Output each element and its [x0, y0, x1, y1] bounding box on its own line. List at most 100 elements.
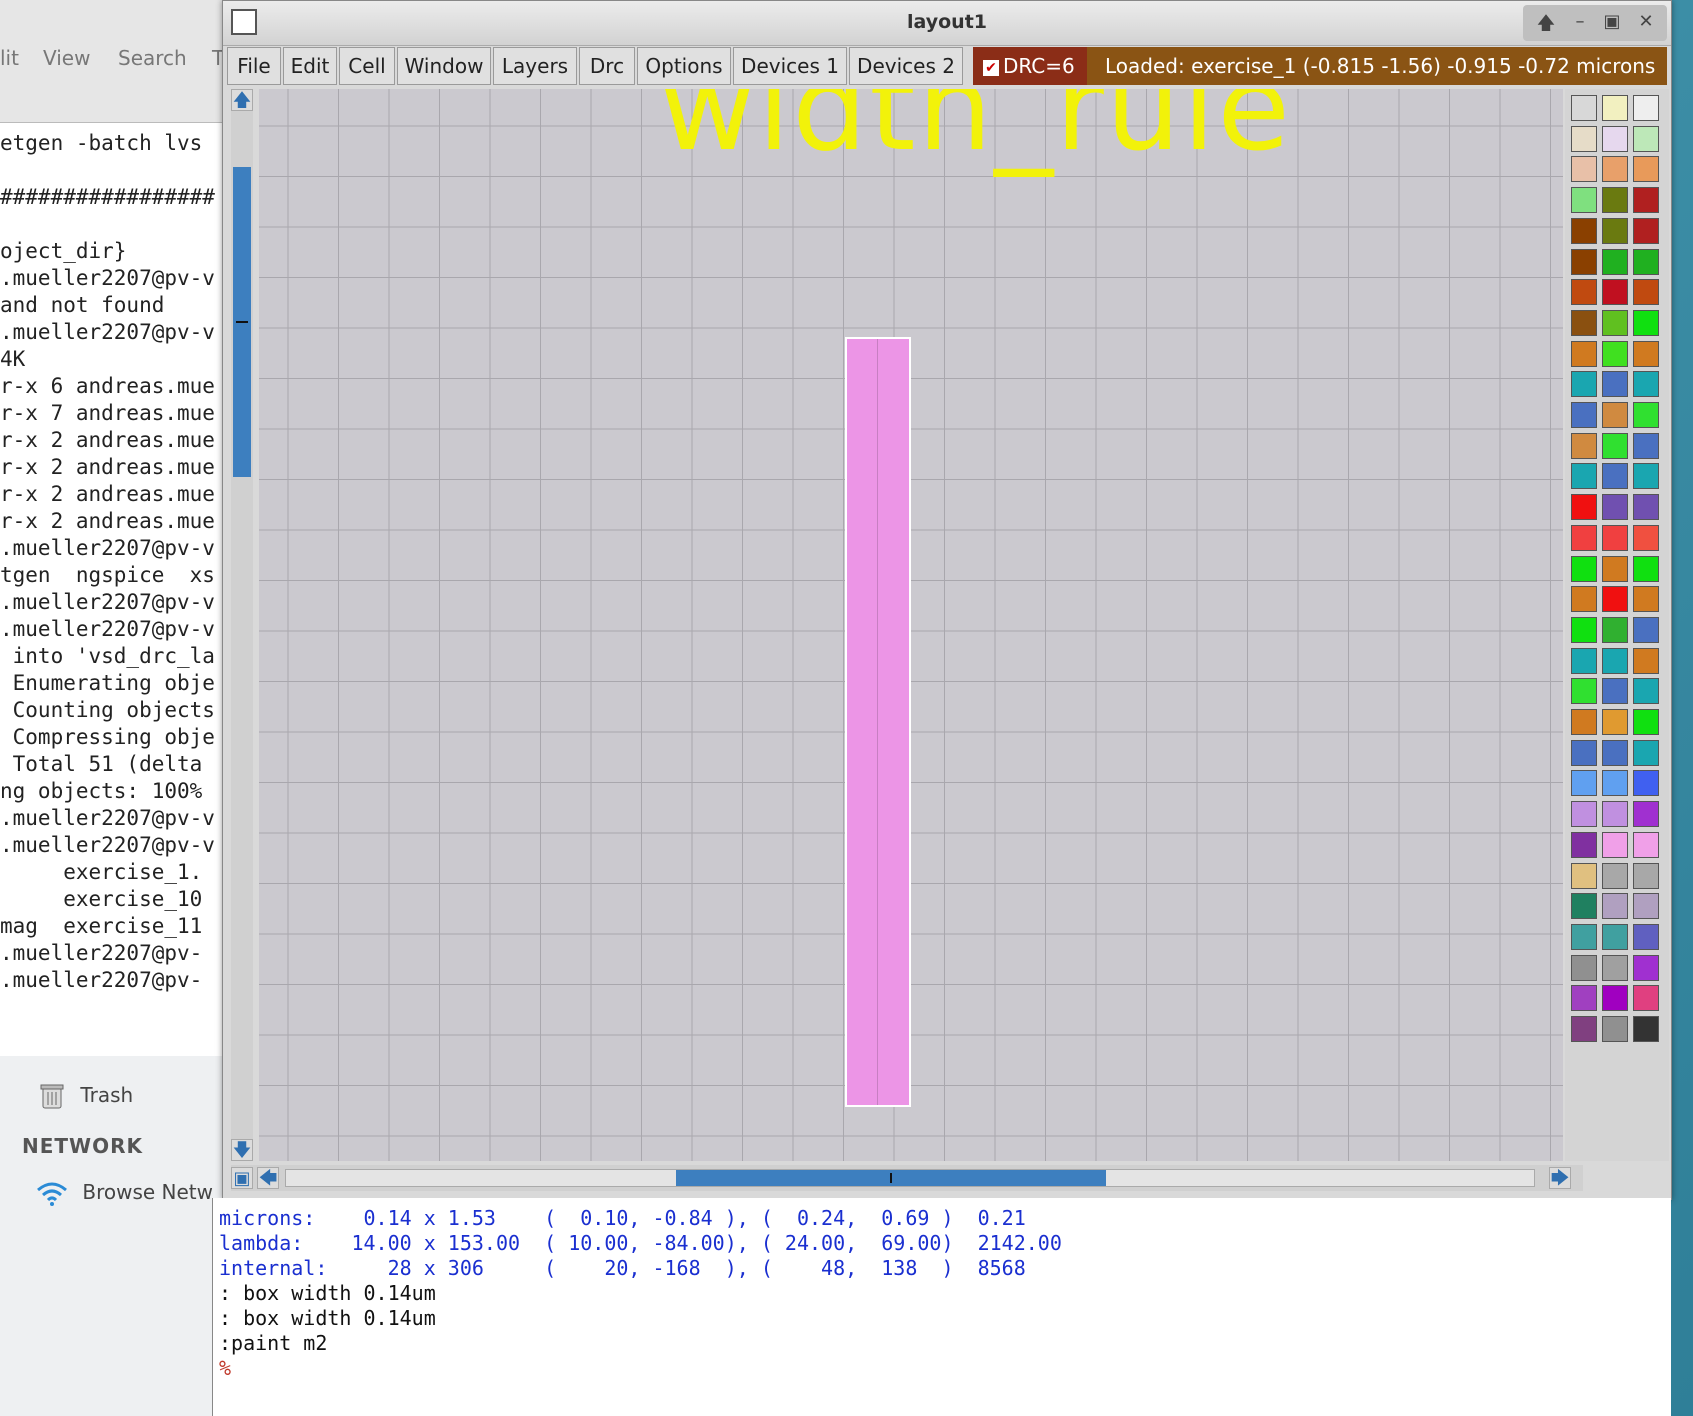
layer-swatch[interactable]: [1633, 862, 1659, 889]
layer-swatch[interactable]: [1633, 95, 1659, 121]
layer-swatch[interactable]: [1571, 770, 1597, 797]
horizontal-scrollbar[interactable]: ▣ 🡄 🡆: [231, 1165, 1583, 1191]
layer-swatch[interactable]: [1571, 125, 1597, 152]
layer-swatch[interactable]: [1633, 494, 1659, 521]
layer-swatch[interactable]: [1633, 340, 1659, 367]
horizontal-scroll-track[interactable]: [285, 1169, 1535, 1187]
layer-swatch[interactable]: [1602, 678, 1628, 705]
layer-swatch[interactable]: [1633, 647, 1659, 674]
layer-swatch[interactable]: [1571, 678, 1597, 705]
layer-swatch[interactable]: [1602, 831, 1628, 858]
layer-swatch[interactable]: [1633, 1016, 1659, 1042]
window-up-icon[interactable]: 🡅: [1533, 11, 1559, 41]
terminal-window[interactable]: lit View Search T etgen -batch lvs #####…: [0, 0, 241, 1056]
menu-devices-1[interactable]: Devices 1: [733, 47, 847, 85]
layer-swatch[interactable]: [1602, 862, 1628, 889]
layer-swatch[interactable]: [1602, 647, 1628, 674]
layer-swatch[interactable]: [1633, 770, 1659, 797]
layer-swatch[interactable]: [1571, 801, 1597, 828]
layer-swatch[interactable]: [1571, 739, 1597, 766]
menu-file[interactable]: File: [227, 47, 281, 85]
layer-swatch[interactable]: [1602, 402, 1628, 428]
layer-swatch[interactable]: [1633, 156, 1659, 183]
layer-swatch[interactable]: [1633, 402, 1659, 428]
zoom-box-icon[interactable]: ▣: [231, 1167, 253, 1189]
layer-swatch[interactable]: [1633, 985, 1659, 1012]
scroll-right-icon[interactable]: 🡆: [1549, 1167, 1571, 1189]
vertical-scrollbar[interactable]: 🡅 🡇: [231, 89, 253, 1161]
layer-swatch[interactable]: [1602, 923, 1628, 950]
layer-swatch[interactable]: [1633, 893, 1659, 920]
layer-swatch[interactable]: [1571, 893, 1597, 920]
layer-swatch[interactable]: [1571, 248, 1597, 275]
layer-swatch[interactable]: [1602, 187, 1628, 214]
layer-swatch[interactable]: [1571, 494, 1597, 521]
sidebar-item-browse-network[interactable]: Browse Netw: [36, 1180, 213, 1206]
scroll-left-icon[interactable]: 🡄: [257, 1167, 279, 1189]
layer-swatch[interactable]: [1633, 586, 1659, 613]
menu-edit[interactable]: Edit: [283, 47, 337, 85]
layer-swatch[interactable]: [1602, 1016, 1628, 1042]
layer-swatch[interactable]: [1633, 187, 1659, 214]
sidebar-item-trash[interactable]: Trash: [40, 1082, 133, 1110]
tcl-console[interactable]: microns: 0.14 x 1.53 ( 0.10, -0.84 ), ( …: [212, 1198, 1671, 1416]
layer-swatch[interactable]: [1602, 893, 1628, 920]
layer-swatch[interactable]: [1633, 678, 1659, 705]
layer-swatch[interactable]: [1602, 985, 1628, 1012]
layer-swatch[interactable]: [1602, 954, 1628, 981]
layer-swatch[interactable]: [1571, 309, 1597, 336]
layer-swatch[interactable]: [1571, 923, 1597, 950]
layer-swatch[interactable]: [1633, 831, 1659, 858]
metal2-rectangle[interactable]: [845, 337, 911, 1107]
layer-swatch[interactable]: [1571, 463, 1597, 490]
layer-swatch[interactable]: [1571, 279, 1597, 306]
layer-swatch[interactable]: [1602, 125, 1628, 152]
layer-swatch[interactable]: [1633, 709, 1659, 735]
layer-swatch[interactable]: [1571, 432, 1597, 459]
drc-toggle[interactable]: ✔ DRC=6: [973, 47, 1087, 85]
terminal-menu-edit[interactable]: lit: [0, 46, 19, 70]
layer-swatch[interactable]: [1571, 371, 1597, 398]
layer-swatch[interactable]: [1602, 524, 1628, 551]
layer-swatch[interactable]: [1571, 831, 1597, 858]
layer-palette[interactable]: [1565, 89, 1669, 1161]
layer-swatch[interactable]: [1571, 709, 1597, 735]
layer-swatch[interactable]: [1602, 95, 1628, 121]
layer-swatch[interactable]: [1633, 125, 1659, 152]
layer-swatch[interactable]: [1571, 985, 1597, 1012]
layer-swatch[interactable]: [1633, 432, 1659, 459]
layer-swatch[interactable]: [1571, 187, 1597, 214]
menu-devices-2[interactable]: Devices 2: [849, 47, 963, 85]
layer-swatch[interactable]: [1571, 1016, 1597, 1042]
menu-drc[interactable]: Drc: [579, 47, 635, 85]
layer-swatch[interactable]: [1633, 616, 1659, 643]
layer-swatch[interactable]: [1633, 555, 1659, 582]
layer-swatch[interactable]: [1633, 739, 1659, 766]
layer-swatch[interactable]: [1571, 862, 1597, 889]
layer-swatch[interactable]: [1602, 432, 1628, 459]
layer-swatch[interactable]: [1602, 586, 1628, 613]
layer-swatch[interactable]: [1602, 371, 1628, 398]
window-titlebar[interactable]: layout1 🡅 – ▣ ✕: [223, 1, 1671, 46]
layer-swatch[interactable]: [1633, 923, 1659, 950]
layer-swatch[interactable]: [1633, 309, 1659, 336]
layer-swatch[interactable]: [1602, 801, 1628, 828]
layer-swatch[interactable]: [1633, 371, 1659, 398]
terminal-menu-view[interactable]: View: [43, 46, 90, 70]
layer-swatch[interactable]: [1571, 95, 1597, 121]
layer-swatch[interactable]: [1633, 463, 1659, 490]
layer-swatch[interactable]: [1571, 217, 1597, 244]
layer-swatch[interactable]: [1571, 156, 1597, 183]
layout-canvas[interactable]: width_rule: [259, 89, 1563, 1161]
layer-swatch[interactable]: [1602, 739, 1628, 766]
layer-swatch[interactable]: [1571, 586, 1597, 613]
layer-swatch[interactable]: [1633, 217, 1659, 244]
drc-checkbox[interactable]: ✔: [983, 59, 999, 76]
layer-swatch[interactable]: [1571, 555, 1597, 582]
scroll-up-icon[interactable]: 🡅: [231, 89, 253, 111]
layer-swatch[interactable]: [1602, 494, 1628, 521]
minimize-icon[interactable]: –: [1567, 11, 1593, 32]
close-icon[interactable]: ✕: [1633, 11, 1659, 32]
layer-swatch[interactable]: [1633, 801, 1659, 828]
layer-swatch[interactable]: [1602, 156, 1628, 183]
